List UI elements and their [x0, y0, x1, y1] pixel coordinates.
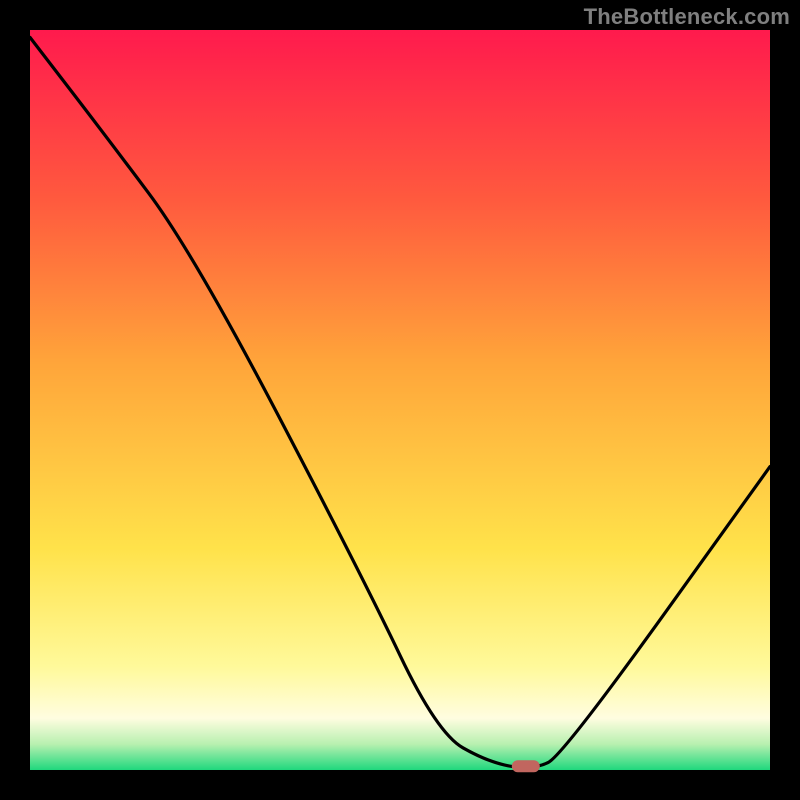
optimal-marker: [512, 760, 540, 772]
watermark-text: TheBottleneck.com: [584, 4, 790, 30]
bottleneck-chart: [0, 0, 800, 800]
chart-frame: TheBottleneck.com: [0, 0, 800, 800]
